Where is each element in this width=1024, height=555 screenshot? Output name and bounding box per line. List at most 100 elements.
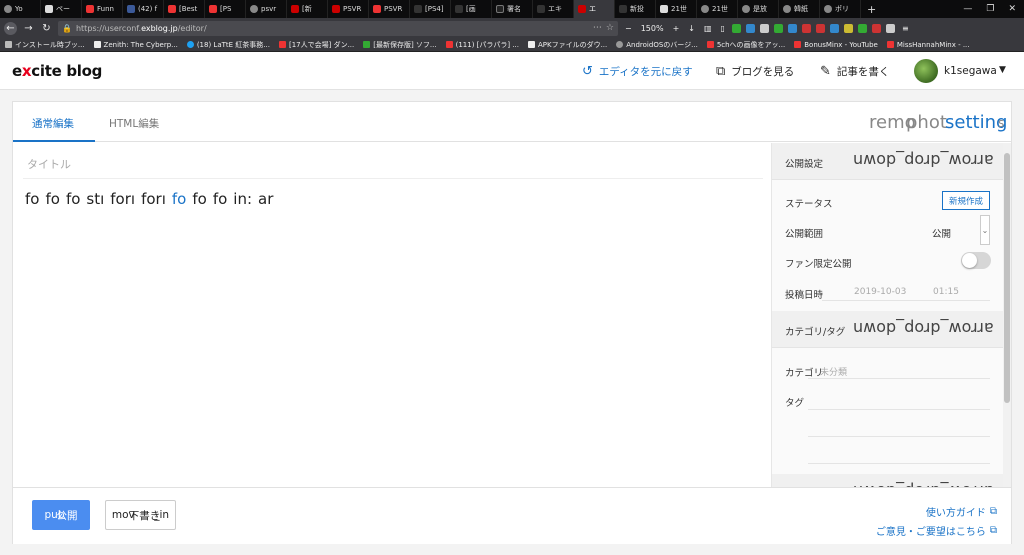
extension-icon[interactable] [745,23,755,33]
category-tag-header[interactable]: カテゴリ/タグ arrow_drop_down [772,311,1003,348]
bookmark-item[interactable]: [17人で会場] ダン... [278,40,354,50]
toolbar-button[interactable]: fo [192,190,206,208]
browser-tab[interactable]: PSVR [369,0,410,18]
usage-guide-link[interactable]: 使い方ガイド ⧉ [926,504,997,519]
write-article-link[interactable]: ✎ 記事を書く [820,64,889,79]
tab-normal-edit[interactable]: 通常編集 [32,116,74,131]
bookmark-item[interactable]: Zenith: The Cyberp... [93,41,178,49]
library-icon[interactable]: ▥ [702,24,714,33]
browser-tab[interactable]: 21世 [656,0,697,18]
browser-tab[interactable]: [Best [164,0,205,18]
toolbar-button[interactable]: fo [172,190,186,208]
browser-tab[interactable]: (42) f [123,0,164,18]
bookmark-item[interactable]: BonusMinx - YouTube [794,41,878,49]
bookmark-item[interactable]: MissHannahMinx - ... [886,41,970,49]
minimize-icon[interactable]: — [963,4,972,14]
sidebar-toggle-icon[interactable]: ▯ [719,24,727,33]
download-icon[interactable]: ↓ [686,24,697,33]
browser-tab[interactable]: 是放 [738,0,779,18]
username[interactable]: k1segawa [944,65,997,77]
zoom-in-button[interactable]: + [671,24,682,33]
post-time-input[interactable]: 01:15 [933,287,959,297]
tab-html-edit[interactable]: HTML編集 [109,116,159,131]
scrollbar-thumb[interactable] [1004,153,1010,403]
toolbar-button[interactable]: in: [233,190,252,208]
extension-icon[interactable] [787,23,797,33]
bookmark-item[interactable]: インストール時ブッ... [5,40,85,50]
browser-tab[interactable]: ペー [41,0,82,18]
extension-icon[interactable] [885,23,895,33]
browser-tab[interactable]: Yo [0,0,41,18]
excite-blog-logo[interactable]: excite blog [12,62,102,80]
reload-icon[interactable]: ↻ [40,22,53,35]
browser-tab[interactable]: 韓紙 [779,0,820,18]
tag-input-line[interactable] [808,436,990,437]
browser-tab[interactable]: 新投 [615,0,656,18]
browser-tab[interactable]: エキ [533,0,574,18]
extension-icon[interactable] [871,23,881,33]
browser-tab[interactable]: 署名 [492,0,533,18]
toolbar-button[interactable]: forı [141,190,166,208]
browser-tab[interactable]: [PS [205,0,246,18]
extension-icon[interactable] [759,23,769,33]
browser-tab[interactable]: psvr [246,0,287,18]
browser-tab[interactable]: 21世 [697,0,738,18]
zoom-level[interactable]: 150% [639,24,666,33]
back-arrow-icon[interactable]: ← [4,21,17,35]
page-actions-icon[interactable]: ⋯ [593,23,602,33]
toolbar-button[interactable]: fo [66,190,80,208]
post-date-input[interactable]: 2019-10-03 [854,287,906,297]
extension-icon[interactable] [773,23,783,33]
chevron-down-icon[interactable]: ▼ [999,65,1006,75]
feedback-link[interactable]: ご意見・ご要望はこちら ⧉ [876,523,997,538]
bookmark-item[interactable]: APKファイルのダウ... [527,40,607,50]
browser-tab[interactable]: [PS4] [410,0,451,18]
bookmark-star-icon[interactable]: ☆ [606,23,614,33]
toolbar-button[interactable]: fo [213,190,227,208]
extension-icon[interactable] [731,23,741,33]
address-bar[interactable]: 🔒 https://userconf.exblog.jp/editor/ ⋯ ☆ [58,20,618,36]
chevron-down-icon[interactable]: ⌄ [980,215,990,245]
avatar[interactable] [914,59,938,83]
view-blog-link[interactable]: ⧉ ブログを見る [716,64,794,79]
zoom-out-button[interactable]: − [623,24,634,33]
toolbar-button[interactable]: fo [45,190,59,208]
bookmark-item[interactable]: (111) [パラパラ] ... [445,40,519,50]
new-tab-icon[interactable]: + [861,3,882,16]
category-select[interactable]: 未分類 [820,365,847,378]
browser-tab[interactable]: [新 [287,0,328,18]
more-settings-header[interactable]: arrow_drop_down [772,474,1003,487]
maximize-icon[interactable]: ❐ [986,4,994,14]
title-input[interactable]: タイトル [23,151,763,179]
bookmark-item[interactable]: (18) LaTtE 紅茶事務... [186,40,270,50]
tag-input-line[interactable] [808,409,990,410]
bookmark-item[interactable]: AndroidOSのバージ... [616,40,698,50]
fan-only-toggle[interactable] [961,252,991,269]
browser-tab[interactable]: ポリ [820,0,861,18]
scope-select[interactable]: 公開 [932,226,951,240]
forward-arrow-icon[interactable]: → [22,22,35,35]
browser-tab[interactable]: Funn [82,0,123,18]
toolbar-button[interactable]: forı [110,190,135,208]
extension-icon[interactable] [815,23,825,33]
extension-icon[interactable] [829,23,839,33]
toolbar-button[interactable]: fo [25,190,39,208]
browser-tab[interactable]: PSVR [328,0,369,18]
bookmark-item[interactable]: [最新保存版] ソフ... [363,40,437,50]
extension-icon[interactable] [843,23,853,33]
menu-icon[interactable]: ≡ [900,24,911,33]
publish-settings-header[interactable]: 公開設定 arrow_drop_down [772,143,1003,180]
toolbar-button[interactable]: stı [86,190,104,208]
close-icon[interactable]: ✕ [1008,4,1016,14]
bookmark-item[interactable]: 5chへの画像をアッ... [706,40,785,50]
photo-icon[interactable]: phot [906,112,947,133]
browser-tab[interactable]: [画 [451,0,492,18]
save-draft-button[interactable]: mov 下書き _in [105,500,176,530]
toolbar-button[interactable]: ar [258,190,273,208]
tag-input-line[interactable] [808,463,990,464]
sidebar-scrollbar[interactable] [1003,143,1011,487]
publish-button[interactable]: pub 公開 [32,500,90,530]
extension-icon[interactable] [801,23,811,33]
extension-icon[interactable] [857,23,867,33]
new-status-button[interactable]: 新規作成 [942,191,990,210]
